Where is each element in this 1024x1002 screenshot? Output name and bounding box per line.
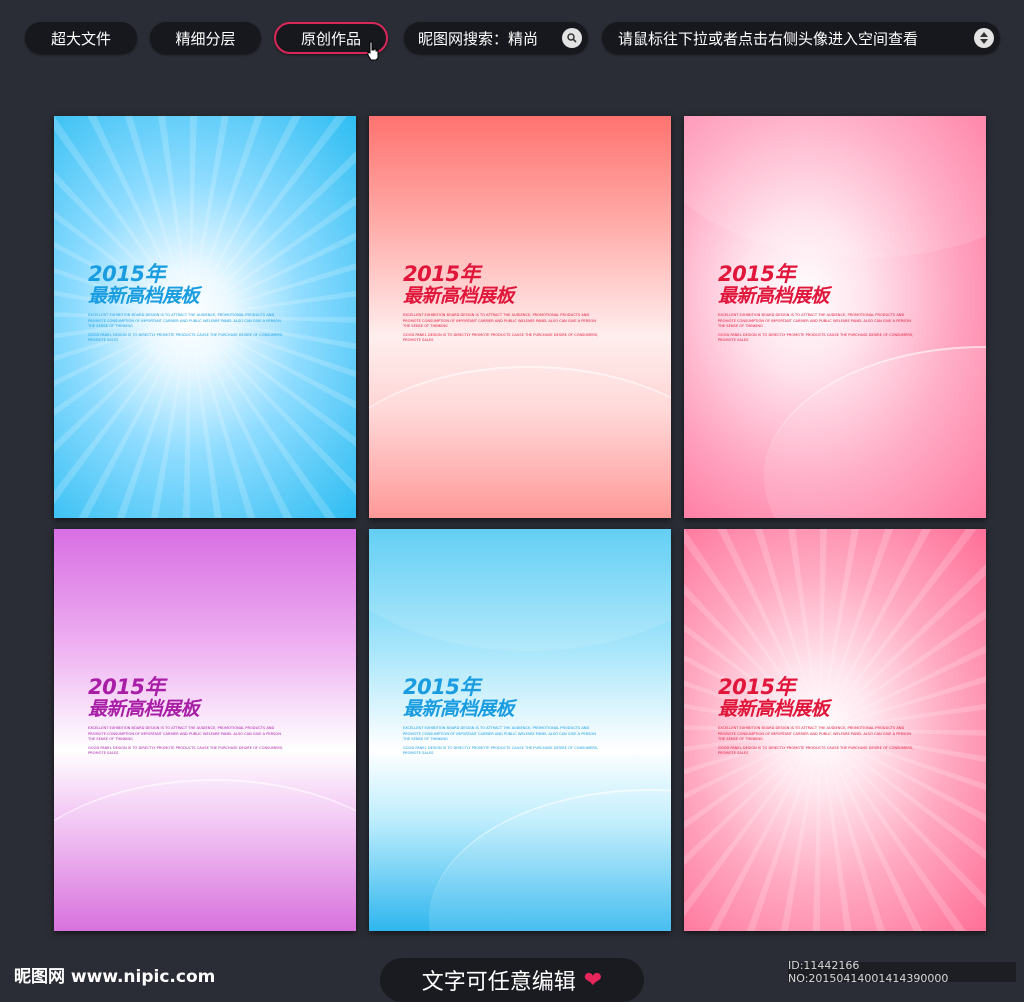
poster-title: 最新高档展板	[88, 698, 200, 720]
poster-body-line: EXCELLENT EXHIBITION BOARD DESIGN IS TO …	[403, 313, 596, 329]
magnifier-icon[interactable]	[562, 28, 582, 48]
poster-body-line: GOOD PANEL DESIGN IS TO DIRECTLY PROMOTE…	[718, 745, 914, 756]
poster-text-block: 2015年 最新高档展板 EXCELLENT EXHIBITION BOARD …	[88, 263, 288, 347]
poster-body: EXCELLENT EXHIBITION BOARD DESIGN IS TO …	[403, 313, 603, 344]
scroll-hint-label: 请鼠标往下拉或者点击右侧头像进入空间查看	[618, 29, 919, 48]
poster-text-block: 2015年 最新高档展板 EXCELLENT EXHIBITION BOARD …	[88, 676, 288, 760]
poster-title: 最新高档展板	[403, 698, 515, 720]
poster-purple-wave[interactable]: 2015年 最新高档展板 EXCELLENT EXHIBITION BOARD …	[54, 529, 356, 931]
poster-year: 2015年	[88, 262, 165, 286]
wave-shape	[684, 116, 986, 258]
editable-text-label: 文字可任意编辑	[421, 970, 576, 995]
poster-body: EXCELLENT EXHIBITION BOARD DESIGN IS TO …	[718, 726, 918, 757]
wave-shape	[54, 779, 356, 931]
poster-body-line: EXCELLENT EXHIBITION BOARD DESIGN IS TO …	[718, 726, 911, 742]
poster-title: 最新高档展板	[718, 698, 830, 720]
nipic-logo: 昵图网 www.nipic.com	[14, 967, 216, 987]
poster-text-block: 2015年 最新高档展板 EXCELLENT EXHIBITION BOARD …	[403, 263, 603, 347]
search-label: 昵图网搜索：精尚	[418, 29, 539, 48]
wave-shape	[369, 366, 671, 518]
poster-pink-wave[interactable]: 2015年 最新高档展板 EXCELLENT EXHIBITION BOARD …	[684, 116, 986, 518]
wave-shape	[429, 789, 671, 931]
poster-pink-burst[interactable]: 2015年 最新高档展板 EXCELLENT EXHIBITION BOARD …	[684, 529, 986, 931]
fine-layers-label: 精细分层	[175, 29, 236, 48]
poster-body-line: EXCELLENT EXHIBITION BOARD DESIGN IS TO …	[88, 313, 281, 329]
original-work-label: 原创作品	[300, 29, 361, 48]
poster-body: EXCELLENT EXHIBITION BOARD DESIGN IS TO …	[88, 313, 288, 344]
poster-body-line: GOOD PANEL DESIGN IS TO DIRECTLY PROMOTE…	[718, 332, 914, 343]
nipic-search-button[interactable]: 昵图网搜索：精尚	[404, 22, 588, 54]
poster-body: EXCELLENT EXHIBITION BOARD DESIGN IS TO …	[718, 313, 918, 344]
heart-icon: ❤	[583, 967, 603, 993]
poster-body-line: EXCELLENT EXHIBITION BOARD DESIGN IS TO …	[403, 726, 596, 742]
poster-body-line: GOOD PANEL DESIGN IS TO DIRECTLY PROMOTE…	[403, 332, 599, 343]
poster-text-block: 2015年 最新高档展板 EXCELLENT EXHIBITION BOARD …	[718, 676, 918, 760]
hand-cursor-icon	[367, 41, 379, 61]
image-id-label: ID:11442166 NO:20150414001414390000	[788, 959, 1016, 985]
poster-text-block: 2015年 最新高档展板 EXCELLENT EXHIBITION BOARD …	[403, 676, 603, 760]
poster-year: 2015年	[718, 675, 795, 699]
poster-cyan-wave[interactable]: 2015年 最新高档展板 EXCELLENT EXHIBITION BOARD …	[369, 529, 671, 931]
poster-year: 2015年	[403, 675, 480, 699]
large-file-label: 超大文件	[50, 29, 111, 48]
poster-body-line: GOOD PANEL DESIGN IS TO DIRECTLY PROMOTE…	[403, 745, 599, 756]
wave-shape	[369, 529, 671, 651]
poster-red-wave[interactable]: 2015年 最新高档展板 EXCELLENT EXHIBITION BOARD …	[369, 116, 671, 518]
top-toolbar: 超大文件 精细分层 原创作品 昵图网搜索：精尚 请鼠标往下拉或者点击右侧头像进入…	[0, 22, 1024, 56]
editable-text-badge[interactable]: 文字可任意编辑 ❤	[380, 958, 644, 1002]
fine-layers-button[interactable]: 精细分层	[150, 22, 261, 54]
poster-body-line: EXCELLENT EXHIBITION BOARD DESIGN IS TO …	[88, 726, 281, 742]
wave-shape	[764, 346, 986, 518]
poster-text-block: 2015年 最新高档展板 EXCELLENT EXHIBITION BOARD …	[718, 263, 918, 347]
poster-year: 2015年	[718, 262, 795, 286]
poster-title: 最新高档展板	[403, 285, 515, 307]
poster-title: 最新高档展板	[88, 285, 200, 307]
poster-body: EXCELLENT EXHIBITION BOARD DESIGN IS TO …	[403, 726, 603, 757]
scroll-hint-pill[interactable]: 请鼠标往下拉或者点击右侧头像进入空间查看	[602, 22, 1000, 54]
poster-year: 2015年	[403, 262, 480, 286]
poster-body: EXCELLENT EXHIBITION BOARD DESIGN IS TO …	[88, 726, 288, 757]
up-down-arrows-icon[interactable]	[974, 28, 994, 48]
poster-body-line: GOOD PANEL DESIGN IS TO DIRECTLY PROMOTE…	[88, 332, 284, 343]
poster-body-line: GOOD PANEL DESIGN IS TO DIRECTLY PROMOTE…	[88, 745, 284, 756]
poster-year: 2015年	[88, 675, 165, 699]
poster-blue-burst[interactable]: 2015年 最新高档展板 EXCELLENT EXHIBITION BOARD …	[54, 116, 356, 518]
large-file-button[interactable]: 超大文件	[25, 22, 137, 54]
poster-body-line: EXCELLENT EXHIBITION BOARD DESIGN IS TO …	[718, 313, 911, 329]
poster-title: 最新高档展板	[718, 285, 830, 307]
